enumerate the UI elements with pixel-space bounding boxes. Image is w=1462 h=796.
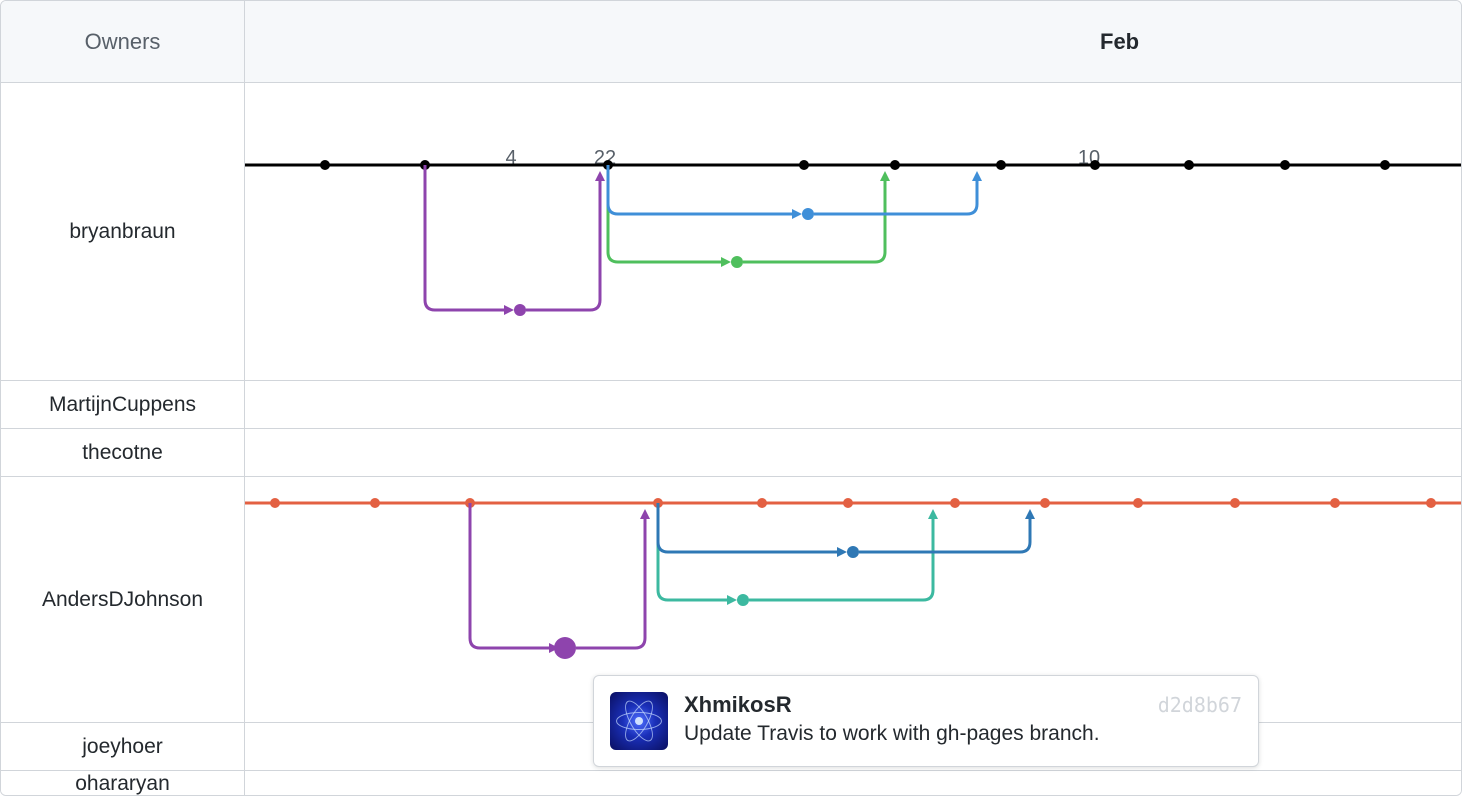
owner-label[interactable]: bryanbraun (1, 83, 245, 380)
tick-label: 4 (505, 147, 516, 170)
timeline-header: Feb (245, 1, 1461, 82)
owner-label[interactable]: ohararyan (1, 771, 245, 796)
tooltip-message: Update Travis to work with gh-pages bran… (684, 722, 1242, 746)
owner-label[interactable]: MartijnCuppens (1, 381, 245, 428)
tick-label: 22 (594, 147, 616, 170)
commit-tooltip: XhmikosR d2d8b67 Update Travis to work w… (593, 675, 1259, 767)
owner-label[interactable]: thecotne (1, 429, 245, 476)
owner-row-ohararyan: ohararyan (1, 771, 1461, 796)
tooltip-hash: d2d8b67 (1158, 693, 1242, 717)
timeline-ohararyan[interactable] (245, 771, 1461, 796)
owners-header: Owners (1, 1, 245, 82)
tick-label: 10 (1078, 147, 1100, 170)
owner-row-bryanbraun: bryanbraun 4 22 10 (1, 83, 1461, 381)
owner-label[interactable]: joeyhoer (1, 723, 245, 770)
month-label: Feb (1100, 29, 1139, 55)
owner-row-thecotne: thecotne (1, 429, 1461, 477)
avatar (610, 692, 668, 750)
timeline-martijn[interactable] (245, 381, 1461, 428)
owner-row-martijn: MartijnCuppens (1, 381, 1461, 429)
timeline-bryanbraun[interactable]: 4 22 10 (245, 83, 1461, 380)
timeline-thecotne[interactable] (245, 429, 1461, 476)
tooltip-author: XhmikosR (684, 692, 792, 718)
owner-label[interactable]: AndersDJohnson (1, 477, 245, 722)
